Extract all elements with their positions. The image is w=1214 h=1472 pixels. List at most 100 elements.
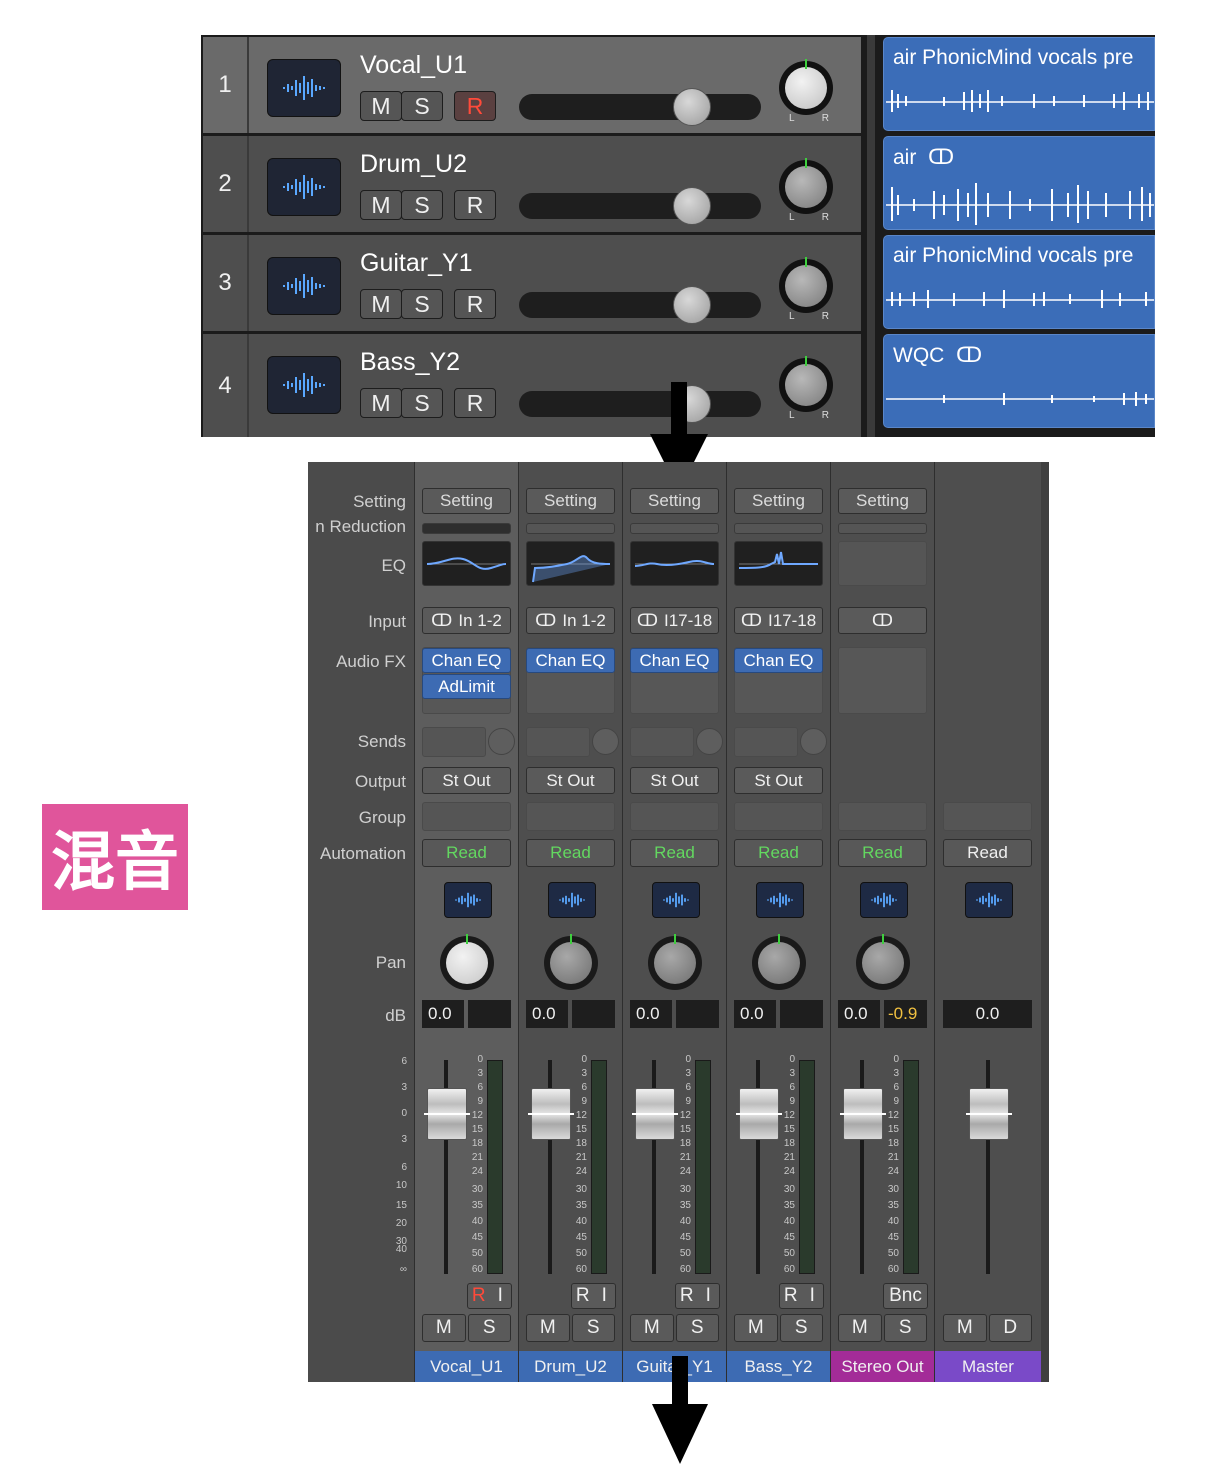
mute-button[interactable]: M bbox=[943, 1314, 987, 1342]
record-enable-button[interactable]: R bbox=[454, 388, 496, 418]
setting-button[interactable]: Setting bbox=[734, 488, 823, 514]
channel-name[interactable]: Vocal_U1 bbox=[415, 1351, 518, 1382]
volume-readout[interactable]: 0.0 bbox=[734, 1000, 776, 1028]
send-level-knob[interactable] bbox=[696, 728, 723, 755]
audio-track-icon[interactable] bbox=[652, 882, 700, 918]
pan-knob[interactable] bbox=[779, 257, 833, 313]
channel-name[interactable]: Stereo Out bbox=[831, 1351, 934, 1382]
pan-knob[interactable] bbox=[544, 934, 598, 990]
group-slot[interactable] bbox=[943, 802, 1032, 831]
send-slot[interactable] bbox=[422, 727, 486, 757]
pan-knob[interactable] bbox=[440, 934, 494, 990]
mute-button[interactable]: M bbox=[526, 1314, 570, 1342]
record-enable-button[interactable]: R bbox=[780, 1284, 802, 1308]
track-header-1[interactable]: 1 Vocal_U1 M S R L R bbox=[203, 37, 861, 133]
solo-button[interactable]: S bbox=[675, 1314, 719, 1342]
track-header-3[interactable]: 3 Guitar_Y1 M S R L R bbox=[203, 235, 861, 331]
fx-slot-chan-eq[interactable]: Chan EQ bbox=[630, 648, 719, 673]
audio-track-icon[interactable] bbox=[444, 882, 492, 918]
record-enable-button[interactable]: R bbox=[676, 1284, 698, 1308]
eq-thumbnail[interactable] bbox=[422, 541, 511, 586]
solo-button[interactable]: S bbox=[571, 1314, 615, 1342]
audio-fx-area[interactable] bbox=[838, 647, 927, 714]
dim-button[interactable]: D bbox=[988, 1314, 1032, 1342]
fx-slot-chan-eq[interactable]: Chan EQ bbox=[734, 648, 823, 673]
volume-slider-knob[interactable] bbox=[673, 88, 711, 126]
volume-readout[interactable]: 0.0 bbox=[838, 1000, 880, 1028]
input-slot[interactable]: ↀ In 1-2 bbox=[422, 607, 511, 634]
group-slot[interactable] bbox=[838, 802, 927, 831]
solo-button[interactable]: S bbox=[401, 91, 443, 121]
record-enable-button[interactable]: R bbox=[468, 1284, 490, 1308]
track-name[interactable]: Drum_U2 bbox=[360, 150, 467, 179]
mute-button[interactable]: M bbox=[734, 1314, 778, 1342]
track-header-4[interactable]: 4 Bass_Y2 M S R L R bbox=[203, 334, 861, 437]
eq-thumbnail[interactable] bbox=[630, 541, 719, 586]
audio-region-4[interactable]: WQC ↀ bbox=[883, 334, 1155, 428]
audio-region-3[interactable]: air PhonicMind vocals pre bbox=[883, 235, 1155, 329]
pan-knob[interactable] bbox=[779, 356, 833, 412]
peak-readout[interactable] bbox=[676, 1000, 719, 1028]
group-slot[interactable] bbox=[630, 802, 719, 831]
volume-slider[interactable] bbox=[519, 187, 761, 225]
output-slot[interactable]: St Out bbox=[526, 767, 615, 794]
setting-button[interactable]: Setting bbox=[838, 488, 927, 514]
solo-button[interactable]: S bbox=[883, 1314, 927, 1342]
automation-mode-button[interactable]: Read bbox=[943, 839, 1032, 867]
channel-name[interactable]: Bass_Y2 bbox=[727, 1351, 830, 1382]
audio-track-icon[interactable] bbox=[860, 882, 908, 918]
solo-button[interactable]: S bbox=[401, 190, 443, 220]
mute-button[interactable]: M bbox=[360, 388, 402, 418]
output-slot[interactable]: St Out bbox=[630, 767, 719, 794]
audio-track-icon[interactable] bbox=[267, 158, 341, 216]
fx-slot-chan-eq[interactable]: Chan EQ bbox=[526, 648, 615, 673]
solo-button[interactable]: S bbox=[779, 1314, 823, 1342]
audio-region-2[interactable]: air ↀ bbox=[883, 136, 1155, 230]
volume-slider[interactable] bbox=[519, 385, 761, 423]
fx-slot-adlimit[interactable]: AdLimit bbox=[422, 674, 511, 699]
pan-knob[interactable] bbox=[779, 59, 833, 115]
send-level-knob[interactable] bbox=[592, 728, 619, 755]
solo-button[interactable]: S bbox=[467, 1314, 511, 1342]
automation-mode-button[interactable]: Read bbox=[838, 839, 927, 867]
audio-track-icon[interactable] bbox=[756, 882, 804, 918]
track-header-2[interactable]: 2 Drum_U2 M S R L R bbox=[203, 136, 861, 232]
group-slot[interactable] bbox=[526, 802, 615, 831]
channel-name[interactable]: Master bbox=[935, 1351, 1041, 1382]
solo-button[interactable]: S bbox=[401, 289, 443, 319]
peak-readout[interactable] bbox=[572, 1000, 615, 1028]
peak-readout[interactable]: -0.9 bbox=[884, 1000, 927, 1028]
send-slot[interactable] bbox=[630, 727, 694, 757]
pan-knob[interactable] bbox=[752, 934, 806, 990]
send-level-knob[interactable] bbox=[800, 728, 827, 755]
send-level-knob[interactable] bbox=[488, 728, 515, 755]
eq-thumbnail[interactable] bbox=[526, 541, 615, 586]
volume-readout[interactable]: 0.0 bbox=[630, 1000, 672, 1028]
send-slot[interactable] bbox=[734, 727, 798, 757]
mute-button[interactable]: M bbox=[630, 1314, 674, 1342]
mute-button[interactable]: M bbox=[838, 1314, 882, 1342]
output-slot[interactable]: St Out bbox=[422, 767, 511, 794]
volume-fader[interactable] bbox=[966, 1088, 1012, 1140]
pan-knob[interactable] bbox=[779, 158, 833, 214]
mute-button[interactable]: M bbox=[422, 1314, 466, 1342]
eq-thumbnail[interactable] bbox=[838, 541, 927, 586]
peak-readout[interactable] bbox=[468, 1000, 511, 1028]
automation-mode-button[interactable]: Read bbox=[422, 839, 511, 867]
input-slot[interactable]: ↀ I17-18 bbox=[630, 607, 719, 634]
send-slot[interactable] bbox=[526, 727, 590, 757]
audio-track-icon[interactable] bbox=[548, 882, 596, 918]
volume-slider-knob[interactable] bbox=[673, 187, 711, 225]
output-slot[interactable]: St Out bbox=[734, 767, 823, 794]
record-enable-button[interactable]: R bbox=[572, 1284, 594, 1308]
record-enable-button[interactable]: R bbox=[454, 91, 496, 121]
track-name[interactable]: Bass_Y2 bbox=[360, 348, 460, 377]
volume-slider[interactable] bbox=[519, 286, 761, 324]
input-slot[interactable]: ↀ In 1-2 bbox=[526, 607, 615, 634]
record-enable-button[interactable]: R bbox=[454, 190, 496, 220]
setting-button[interactable]: Setting bbox=[422, 488, 511, 514]
fx-slot-chan-eq[interactable]: Chan EQ bbox=[422, 648, 511, 673]
mute-button[interactable]: M bbox=[360, 289, 402, 319]
input-monitor-button[interactable]: I bbox=[594, 1284, 616, 1308]
input-slot[interactable]: ↀ bbox=[838, 607, 927, 634]
